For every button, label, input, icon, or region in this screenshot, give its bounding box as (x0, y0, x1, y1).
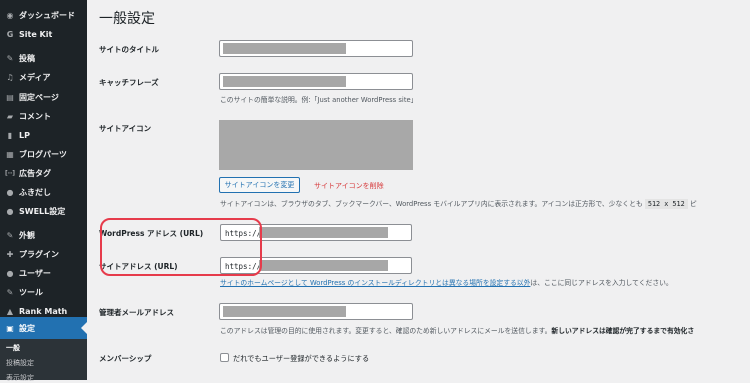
pin-icon: ✎ (6, 53, 14, 63)
site-icon-size-code: 512 x 512 (644, 199, 688, 209)
redacted-value (259, 227, 388, 238)
adtag-icon: [··] (4, 169, 16, 177)
tagline-label: キャッチフレーズ (99, 78, 159, 87)
sidebar-item-label: LP (19, 130, 30, 140)
site-icon-desc-tail: ピ (689, 200, 697, 208)
sidebar-item-label: Site Kit (19, 29, 53, 39)
sidebar-item-label: Rank Math (19, 306, 68, 316)
sitekit-icon: G (6, 29, 14, 39)
comment-icon: ▰ (6, 111, 14, 121)
highlight-annotation (100, 218, 262, 276)
sidebar-item-label: ブログパーツ (19, 149, 67, 159)
membership-checkbox[interactable] (220, 353, 229, 362)
appearance-icon: ✎ (6, 230, 14, 240)
rankmath-icon: ▲ (6, 306, 14, 316)
media-icon: ♫ (6, 72, 14, 82)
site-address-help-link[interactable]: サイトのホームページとして WordPress のインストールディレクトリとは異… (220, 279, 530, 287)
redacted-value (223, 43, 346, 54)
admin-email-description: このアドレスは管理の目的に使用されます。変更すると、確認のため新しいアドレスにメ… (220, 325, 694, 335)
sidebar-item-label: SWELL設定 (19, 206, 66, 216)
sidebar-item-label: コメント (19, 111, 51, 121)
change-site-icon-button[interactable]: サイトアイコンを変更 (219, 177, 300, 193)
sidebar-item-swell[interactable]: ● SWELL設定 (0, 200, 87, 222)
main-content: 一般設定 サイトのタイトル キャッチフレーズ このサイトの簡単な説明。例:「Ju… (87, 0, 750, 380)
settings-submenu: 一般 投稿設定 表示設定 (0, 339, 87, 383)
user-icon: ● (6, 268, 14, 278)
admin-email-desc-text: このアドレスは管理の目的に使用されます。変更すると、確認のため新しいアドレスにメ… (220, 327, 552, 335)
site-address-desc-tail: は、ここに同じアドレスを入力してください。 (530, 279, 673, 287)
site-title-input[interactable] (219, 40, 413, 57)
site-icon-description: サイトアイコンは、ブラウザのタブ、ブックマークバー、WordPress モバイル… (220, 198, 697, 209)
sidebar-item-label: プラグイン (19, 249, 59, 259)
balloon-icon: ● (6, 187, 14, 197)
site-address-description: サイトのホームページとして WordPress のインストールディレクトリとは異… (220, 277, 673, 287)
sidebar-item-label: ユーザー (19, 268, 51, 278)
site-title-label: サイトのタイトル (99, 45, 159, 54)
sidebar-item-label: 設定 (19, 323, 35, 333)
plugin-icon: ✚ (6, 249, 14, 259)
page-icon: ▤ (6, 92, 14, 102)
lp-icon: ▮ (7, 130, 13, 140)
submenu-item-general[interactable]: 一般 (6, 343, 20, 353)
page-title: 一般設定 (99, 11, 155, 27)
sidebar-item-media[interactable]: ♫ メディア (0, 66, 87, 88)
sidebar-item-label: 固定ページ (19, 92, 59, 102)
swell-icon: ● (6, 206, 14, 216)
site-icon-label: サイトアイコン (99, 124, 152, 133)
site-icon-preview (219, 120, 413, 170)
sidebar-item-label: 投稿 (19, 53, 35, 63)
sidebar-item-label: 広告タグ (19, 168, 51, 178)
membership-label: メンバーシップ (99, 354, 152, 363)
sidebar-item-label: ダッシュボード (19, 10, 75, 20)
sidebar-item-settings[interactable]: ▣ 設定 (0, 317, 87, 339)
admin-email-label: 管理者メールアドレス (99, 308, 174, 317)
sidebar-item-label: メディア (19, 72, 51, 82)
redacted-value (223, 306, 346, 317)
admin-sidebar: ◉ ダッシュボード G Site Kit ✎ 投稿 ♫ メディア ▤ 固定ページ… (0, 0, 87, 383)
sidebar-item-sitekit[interactable]: G Site Kit (0, 23, 87, 45)
sidebar-item-label: ふきだし (19, 187, 51, 197)
tagline-description: このサイトの簡単な説明。例:「Just another WordPress si… (220, 96, 418, 104)
blogparts-icon: ▦ (6, 149, 14, 159)
membership-checkbox-label: だれでもユーザー登録ができるようにする (233, 354, 370, 363)
dashboard-icon: ◉ (6, 10, 14, 20)
sidebar-item-label: ツール (19, 287, 43, 297)
site-icon-desc-text: サイトアイコンは、ブラウザのタブ、ブックマークバー、WordPress モバイル… (220, 200, 643, 208)
redacted-value (223, 76, 346, 87)
tagline-input[interactable] (219, 73, 413, 90)
redacted-value (259, 260, 388, 271)
sidebar-item-label: 外観 (19, 230, 35, 240)
admin-email-input[interactable] (219, 303, 413, 320)
settings-icon: ▣ (6, 323, 14, 333)
admin-email-desc-strong: 新しいアドレスは確認が完了するまで有効化さ (551, 327, 695, 335)
submenu-item-writing[interactable]: 投稿設定 (6, 358, 34, 368)
submenu-item-reading[interactable]: 表示設定 (6, 373, 34, 383)
tool-icon: ✎ (6, 287, 14, 297)
remove-site-icon-link[interactable]: サイトアイコンを削除 (314, 181, 384, 191)
